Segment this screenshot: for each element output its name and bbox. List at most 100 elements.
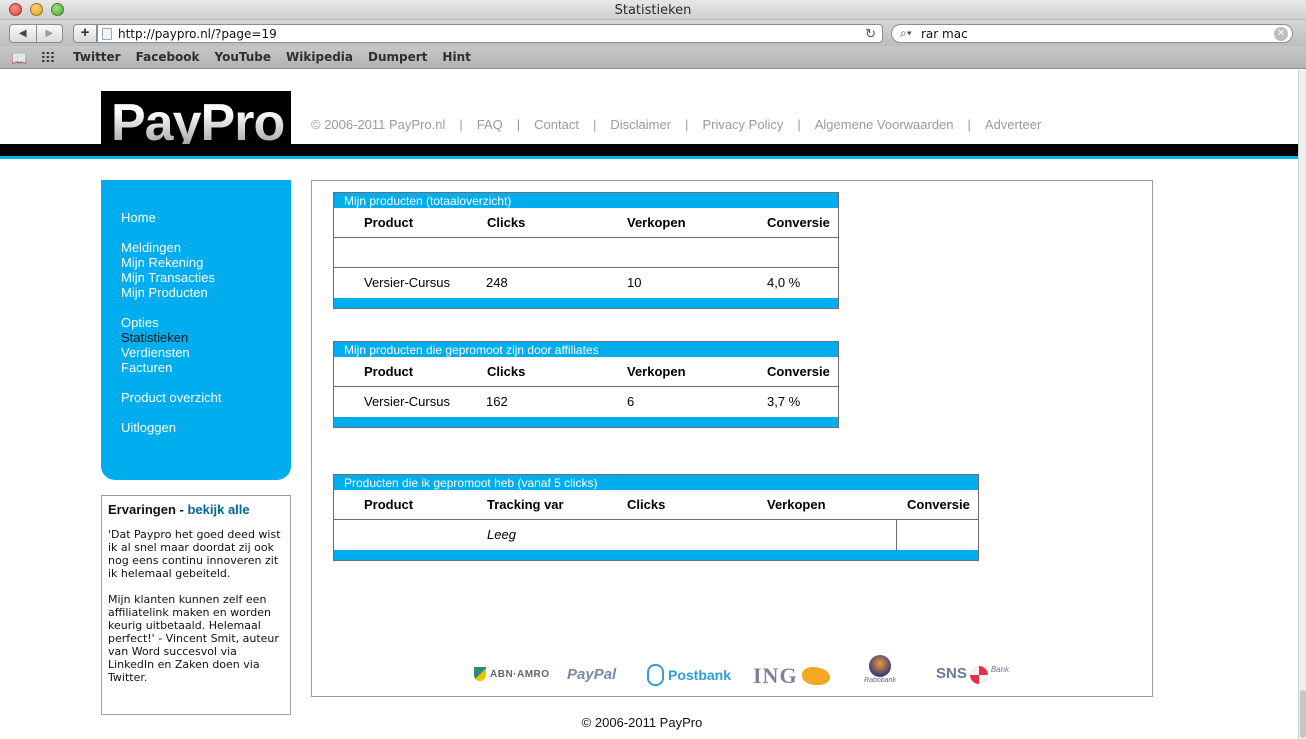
page-footer: © 2006-2011 PayPro [581,715,703,730]
window-titlebar: Statistieken [0,0,1306,20]
nav-contact[interactable]: Contact [534,117,579,132]
col-header-conversie: Conversie [767,215,830,230]
col-header-conversie: Conversie [907,497,970,512]
table-caption: Producten die ik gepromoot heb (vanaf 5 … [334,475,978,490]
rabobank-logo: Rabobank [862,655,898,684]
ing-lion-icon [801,667,830,685]
paypal-logo: PayPal [567,666,617,683]
sidebar-item-home[interactable]: Home [121,210,291,225]
forward-icon[interactable]: ▶ [35,25,63,42]
sidebar-item-mijn-producten[interactable]: Mijn Producten [121,285,291,300]
table-row: Leeg [334,520,978,550]
search-icon[interactable]: ⌕▾ [900,26,912,41]
abn-amro-logo: ABN·AMRO [474,667,550,681]
promoted-by-me-table: Producten die ik gepromoot heb (vanaf 5 … [333,474,979,561]
table-row: Versier-Cursus 162 6 3,7 % [334,387,838,417]
col-header-conversie: Conversie [767,364,830,379]
ing-logo: ING [753,663,830,689]
nav-privacy-policy[interactable]: Privacy Policy [702,117,783,132]
postbank-logo: Postbank [647,664,731,686]
sidebar-item-statistieken[interactable]: Statistieken [121,330,291,345]
table-footer-bar [334,417,838,427]
cell-conversie: 4,0 % [767,275,801,290]
col-header-verkopen: Verkopen [627,215,686,230]
browser-toolbar: ◀ ▶ + http://paypro.nl/?page=19 ↻ ⌕▾ rar… [0,20,1306,46]
sidebar-item-verdiensten[interactable]: Verdiensten [121,345,291,360]
favicon-icon [102,28,112,40]
col-header-verkopen: Verkopen [767,497,826,512]
url-text[interactable]: http://paypro.nl/?page=19 [118,27,277,41]
sidebar-item-product-overzicht[interactable]: Product overzicht [121,390,291,405]
window-title: Statistieken [614,3,692,18]
col-header-tracking-var: Tracking var [487,497,564,512]
clear-icon[interactable]: ✕ [1274,27,1288,41]
top-sites-grid-icon[interactable] [41,51,55,63]
cell-product: Versier-Cursus [364,394,450,409]
col-header-product: Product [364,215,414,230]
table-header-row: Product Clicks Verkopen Conversie [334,208,838,238]
back-icon[interactable]: ◀ [10,25,36,42]
nav-adverteer[interactable]: Adverteer [985,117,1041,132]
history-buttons: ◀ ▶ [9,24,63,43]
table-header-row: Product Tracking var Clicks Verkopen Con… [334,490,978,520]
sidebar-item-uitloggen[interactable]: Uitloggen [121,420,291,435]
col-header-verkopen: Verkopen [627,364,686,379]
sidebar-item-opties[interactable]: Opties [121,315,291,330]
col-header-product: Product [364,497,414,512]
bookmark-dumpert[interactable]: Dumpert [368,50,427,64]
bookmark-youtube[interactable]: YouTube [215,50,272,64]
table-header-row: Product Clicks Verkopen Conversie [334,357,838,387]
sns-flower-icon [969,666,988,684]
add-bookmark-icon[interactable]: + [73,24,97,43]
top-navigation: © 2006-2011 PayPro.nl | FAQ | Contact | … [311,117,1042,132]
sidebar-menu: Home Meldingen Mijn Rekening Mijn Transa… [101,180,291,480]
view-all-reviews-link[interactable]: bekijk alle [187,502,249,517]
scrollbar-thumb[interactable] [1300,690,1306,738]
sidebar-item-mijn-rekening[interactable]: Mijn Rekening [121,255,291,270]
testimonial-heading: Ervaringen - bekijk alle [108,502,250,517]
table-spacer-row [334,238,838,268]
reload-icon[interactable]: ↻ [865,26,876,42]
table-row: Versier-Cursus 248 10 4,0 % [334,268,838,298]
table-caption: Mijn producten (totaaloverzicht) [334,193,838,208]
cell-clicks: 248 [486,275,508,290]
bookmarks-book-icon[interactable]: 📖 [11,51,27,67]
cell-divider [896,520,897,550]
cell-clicks: 162 [486,394,508,409]
nav-faq[interactable]: FAQ [477,117,503,132]
promoted-by-affiliates-table: Mijn producten die gepromoot zijn door a… [333,341,839,428]
cell-product: Versier-Cursus [364,275,450,290]
table-caption: Mijn producten die gepromoot zijn door a… [334,342,838,357]
col-header-clicks: Clicks [627,497,666,512]
sidebar-item-mijn-transacties[interactable]: Mijn Transacties [121,270,291,285]
header-divider [0,144,1298,156]
sidebar-item-meldingen[interactable]: Meldingen [121,240,291,255]
bookmark-wikipedia[interactable]: Wikipedia [286,50,353,64]
bookmarks-bar: 📖 Twitter Facebook YouTube Wikipedia Dum… [0,46,1306,69]
vertical-scrollbar[interactable] [1298,70,1306,739]
nav-disclaimer[interactable]: Disclaimer [610,117,671,132]
header-accent-line [0,156,1298,159]
bookmark-facebook[interactable]: Facebook [136,50,200,64]
testimonial-text-1: 'Dat Paypro het goed deed wist ik al sne… [108,528,281,580]
table-footer-bar [334,550,978,560]
nav-algemene-voorwaarden[interactable]: Algemene Voorwaarden [815,117,954,132]
abn-amro-shield-icon [474,667,486,681]
empty-table-text: Leeg [487,527,516,542]
cell-verkopen: 6 [627,394,635,409]
search-query[interactable]: rar mac [921,27,968,41]
col-header-product: Product [364,364,414,379]
col-header-clicks: Clicks [487,215,526,230]
payment-logos: ABN·AMRO PayPal Postbank ING Rabobank SN… [474,655,1034,695]
search-field[interactable]: ⌕▾ rar mac ✕ [891,24,1293,43]
cell-verkopen: 10 [627,275,642,290]
sidebar-item-facturen[interactable]: Facturen [121,360,291,375]
postbank-ring-icon [647,664,664,686]
sns-bank-logo: SNS Bank [936,665,1010,684]
address-bar[interactable]: http://paypro.nl/?page=19 ↻ [97,24,883,43]
table-footer-bar [334,298,838,308]
copyright-link: © 2006-2011 PayPro.nl [311,117,446,132]
bookmark-twitter[interactable]: Twitter [73,50,121,64]
bookmark-hint[interactable]: Hint [442,50,470,64]
testimonial-text-2: Mijn klanten kunnen zelf een affiliateli… [108,593,279,684]
